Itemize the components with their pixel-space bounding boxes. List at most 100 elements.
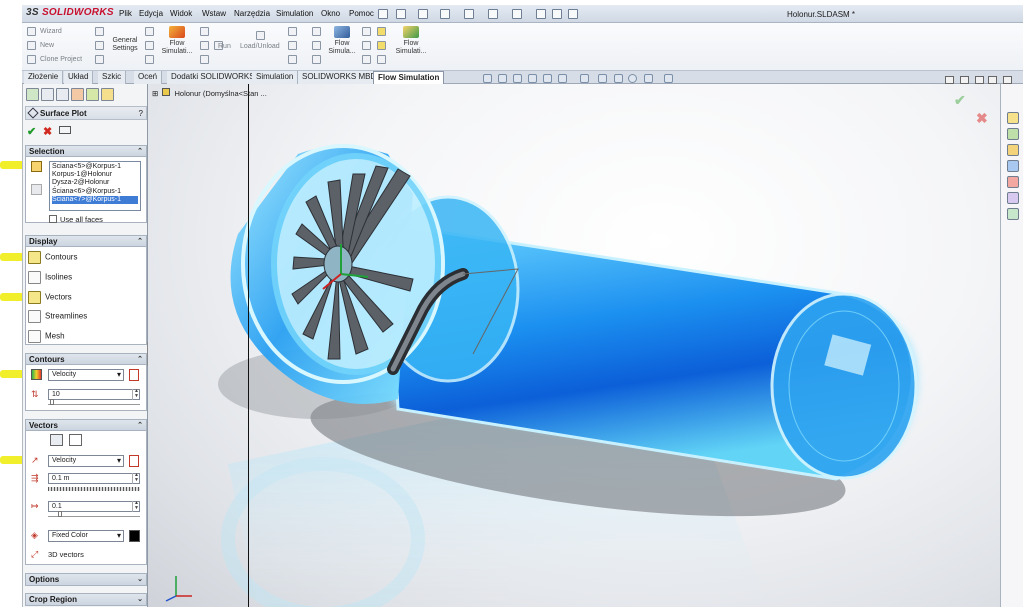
flow-simulation-button-2[interactable]: Flow Simula... <box>324 26 360 56</box>
collapse-icon[interactable]: ⌃ <box>137 355 143 363</box>
file-explorer-icon[interactable] <box>1007 144 1019 156</box>
selection-item[interactable]: Korpus-1@Holonur <box>52 171 138 179</box>
split-window-icon[interactable] <box>945 76 954 84</box>
crop-region-group-header[interactable]: Crop Region ⌄ <box>26 594 146 605</box>
wizard-button[interactable]: Wizard <box>40 28 62 35</box>
expand-icon[interactable]: ⊞ <box>152 89 158 98</box>
open-icon[interactable] <box>418 9 428 19</box>
tree-root-label[interactable]: Holonur (Domyślna<Stan ... <box>174 89 266 98</box>
menu-pomoc[interactable]: Pomoc <box>349 9 374 18</box>
graphics-area[interactable]: ⊞ Holonur (Domyślna<Stan ... ✔ ✖ <box>148 84 1000 607</box>
static-vectors-icon[interactable] <box>50 434 63 446</box>
display-group-header[interactable]: Display ⌃ <box>26 236 146 247</box>
feature-manager-tab-icon[interactable] <box>26 88 39 101</box>
section-view-icon[interactable] <box>528 74 537 83</box>
expand-icon[interactable]: ⌄ <box>137 575 143 583</box>
ribbon-small-icon[interactable] <box>312 55 321 64</box>
vectors-parameter-select[interactable]: Velocity <box>48 455 124 467</box>
options-group-header[interactable]: Options ⌄ <box>26 574 146 585</box>
expand-icon[interactable]: ⌄ <box>137 595 143 603</box>
flow-simulation-button-1[interactable]: Flow Simulati... <box>159 26 195 56</box>
spinner-icon[interactable]: ▲ ▼ <box>132 501 140 512</box>
dimxpert-tab-icon[interactable] <box>71 88 84 101</box>
contours-toggle[interactable]: Contours <box>28 251 77 264</box>
new-document-icon[interactable] <box>396 9 406 19</box>
collapse-icon[interactable]: ⌃ <box>137 237 143 245</box>
menu-widok[interactable]: Widok <box>170 9 192 18</box>
view-settings-icon[interactable] <box>644 74 653 83</box>
selection-group-header[interactable]: Selection ⌃ <box>26 146 146 157</box>
apply-scene-icon[interactable] <box>628 74 637 83</box>
menu-narzedzia[interactable]: Narzędzia <box>234 9 270 18</box>
undo-icon[interactable] <box>488 9 498 19</box>
ribbon-small-icon[interactable] <box>288 55 297 64</box>
zoom-to-area-icon[interactable] <box>498 74 507 83</box>
run-button[interactable]: Run <box>218 43 231 50</box>
restore-window-icon[interactable] <box>988 76 997 84</box>
configuration-manager-tab-icon[interactable] <box>56 88 69 101</box>
general-settings-button[interactable]: General Settings <box>107 37 143 53</box>
tab-ocen[interactable]: Oceń <box>134 71 163 84</box>
vector-color-swatch[interactable] <box>129 530 140 542</box>
menu-plik[interactable]: Plik <box>119 9 132 18</box>
ribbon-small-icon[interactable] <box>145 41 154 50</box>
ribbon-small-icon[interactable] <box>145 55 154 64</box>
contours-levels-slider[interactable] <box>48 399 140 405</box>
menu-simulation[interactable]: Simulation <box>276 9 313 18</box>
help-icon[interactable]: ? <box>139 109 143 118</box>
ribbon-small-icon[interactable] <box>362 55 371 64</box>
spinner-icon[interactable]: ▲ ▼ <box>132 473 140 484</box>
vector-spacing-scale[interactable] <box>48 487 140 491</box>
ribbon-small-icon[interactable] <box>362 27 371 36</box>
cancel-icon[interactable]: ✖ <box>43 125 52 138</box>
solidworks-forum-icon[interactable] <box>1007 208 1019 220</box>
edit-appearance-icon[interactable] <box>614 74 623 83</box>
tab-szkic[interactable]: Szkic <box>98 71 127 84</box>
ribbon-small-icon[interactable] <box>95 27 104 36</box>
property-manager-tab-icon[interactable] <box>41 88 54 101</box>
appearances-icon[interactable] <box>1007 176 1019 188</box>
new-button[interactable]: New <box>40 42 54 49</box>
contours-settings-icon[interactable] <box>129 369 139 381</box>
slider-handle[interactable] <box>50 399 54 405</box>
file-properties-icon[interactable] <box>552 9 562 19</box>
display-manager-tab-icon[interactable] <box>86 88 99 101</box>
ribbon-small-icon[interactable] <box>312 41 321 50</box>
ribbon-small-icon[interactable] <box>377 55 386 64</box>
custom-properties-icon[interactable] <box>1007 192 1019 204</box>
dynamic-vectors-icon[interactable] <box>69 434 82 446</box>
save-icon[interactable] <box>440 9 450 19</box>
rebuild-icon[interactable] <box>536 9 546 19</box>
flow-simulation-button-3[interactable]: Flow Simulati... <box>392 26 430 56</box>
tab-zlozenie[interactable]: Złożenie <box>24 71 64 84</box>
vector-spacing-input[interactable]: 0.1 m ▲ ▼ <box>48 473 140 484</box>
dynamic-annotation-icon[interactable] <box>543 74 552 83</box>
mesh-toggle[interactable]: Mesh <box>28 330 65 343</box>
tab-uklad[interactable]: Układ <box>64 71 94 84</box>
arrow-size-slider[interactable] <box>48 511 140 517</box>
pin-icon[interactable] <box>378 9 388 19</box>
display-style-icon[interactable] <box>580 74 589 83</box>
zoom-to-fit-icon[interactable] <box>483 74 492 83</box>
resources-icon[interactable] <box>1007 128 1019 140</box>
load-unload-button[interactable]: Load/Unload <box>240 43 280 50</box>
display-pane-icon[interactable] <box>664 74 673 83</box>
flow-analysis-tab-icon[interactable] <box>101 88 114 101</box>
ribbon-small-icon-active[interactable] <box>377 41 386 50</box>
selection-item[interactable]: Ściana<5>@Korpus-1 <box>52 163 138 171</box>
ribbon-small-icon[interactable] <box>95 55 104 64</box>
isolines-toggle[interactable]: Isolines <box>28 271 72 284</box>
confirm-corner-cancel-icon[interactable]: ✖ <box>976 110 988 127</box>
minimize-window-icon[interactable] <box>975 76 984 84</box>
selection-item[interactable]: Ściana<6>@Korpus-1 <box>52 188 138 196</box>
view-orientation-icon[interactable] <box>558 74 567 83</box>
ribbon-small-icon[interactable] <box>200 41 209 50</box>
ribbon-small-icon[interactable] <box>362 41 371 50</box>
vectors-settings-icon[interactable] <box>129 455 139 467</box>
close-window-icon[interactable] <box>1003 76 1012 84</box>
home-icon[interactable] <box>1007 112 1019 124</box>
menu-okno[interactable]: Okno <box>321 9 340 18</box>
ribbon-small-icon[interactable] <box>312 27 321 36</box>
select-icon[interactable] <box>512 9 522 19</box>
design-library-icon[interactable] <box>1007 160 1019 172</box>
